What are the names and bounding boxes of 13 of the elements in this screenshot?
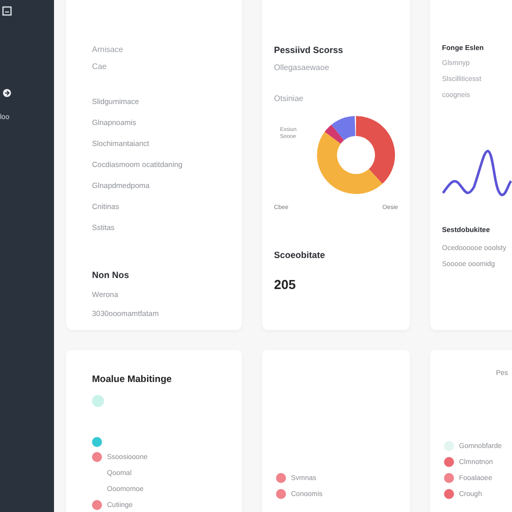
card-subtitle: Ollegasaewaoe	[274, 63, 330, 72]
section-title: Non Nos	[92, 270, 130, 280]
arrow-icon[interactable]	[2, 88, 12, 98]
stat-title: Scoeobitate	[274, 250, 326, 260]
status-icon	[92, 395, 104, 407]
window-icon[interactable]	[2, 6, 12, 16]
chart-caption: Otsiniae	[274, 94, 304, 103]
card-subtitle: Cae	[92, 62, 108, 71]
card-title: Pessiivd Scorss	[274, 45, 344, 55]
stat-value: 205	[274, 277, 297, 292]
line-chart	[442, 149, 512, 199]
card-title: Arnisace	[92, 45, 124, 54]
card-title: Moalue Mabitinge	[92, 374, 173, 385]
